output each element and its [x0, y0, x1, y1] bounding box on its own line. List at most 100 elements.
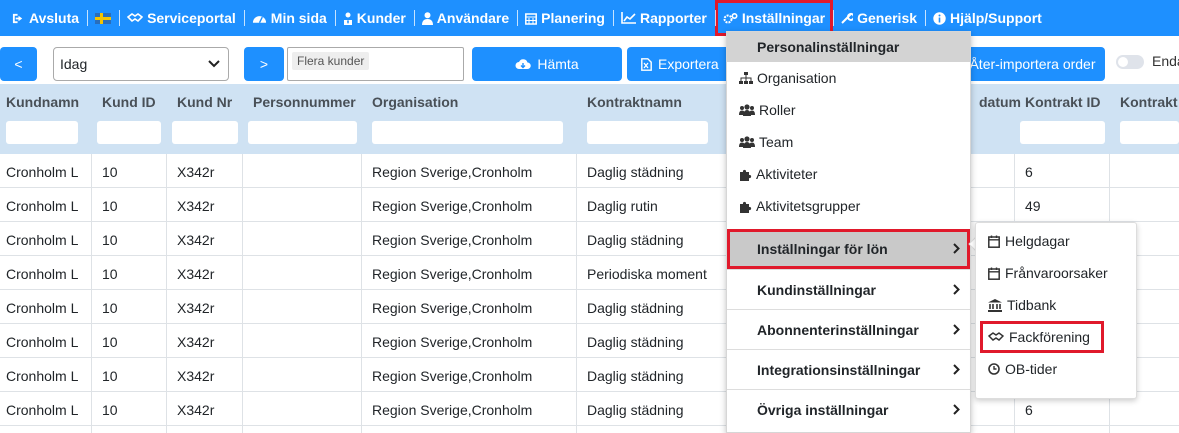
filter-input[interactable] — [248, 121, 357, 144]
nav-rapporter[interactable]: Rapporter — [612, 0, 715, 36]
nav-planering[interactable]: Planering — [517, 0, 613, 36]
chevron-right-icon — [953, 324, 960, 335]
cell-kund-nr: X342r — [177, 232, 215, 248]
filter-input[interactable] — [372, 121, 563, 144]
customers-multiselect[interactable]: Flera kunder — [287, 47, 464, 81]
fetch-button[interactable]: Hämta — [472, 47, 622, 81]
cell-organisation: Region Sverige,Cronholm — [372, 300, 533, 316]
filter-input[interactable] — [587, 121, 708, 144]
cell-kund-id: 10 — [102, 368, 118, 384]
column-header[interactable]: datum — [979, 94, 1021, 110]
fetch-label: Hämta — [537, 56, 579, 72]
menu-item-aktivitetsgrupper[interactable]: Aktivitetsgrupper — [727, 190, 970, 222]
submenu-item-franvaroorsaker[interactable]: Frånvaroorsaker — [976, 257, 1136, 289]
menu-group-lon[interactable]: Inställningar för lön — [727, 229, 970, 269]
filter-input[interactable] — [6, 121, 78, 144]
users-icon — [739, 104, 755, 116]
line-chart-icon — [621, 12, 636, 24]
table-row[interactable]: Cronholm L 10 X342r Region Sverige,Cronh… — [0, 188, 1179, 222]
menu-group-kund[interactable]: Kundinställningar — [727, 269, 970, 309]
nav-language[interactable] — [87, 0, 119, 36]
reimport-label: Åter-importera order — [969, 56, 1096, 72]
chevron-right-icon — [953, 364, 960, 375]
column-header[interactable]: Personnummer — [253, 94, 356, 110]
cell-kontraktnamn: Daglig städning — [587, 232, 684, 248]
cell-kontraktnamn: Daglig städning — [587, 368, 684, 384]
nav-label: Inställningar — [741, 10, 826, 26]
cell-kontraktnamn: Daglig städning — [587, 334, 684, 350]
nav-avsluta[interactable]: Avsluta — [4, 0, 87, 36]
menu-item-team[interactable]: Team — [727, 126, 970, 158]
toolbar: < Idag > Flera kunder Hämta Exportera Åt… — [0, 36, 1179, 84]
nav-label: Avsluta — [29, 10, 80, 26]
filter-input[interactable] — [1120, 121, 1179, 144]
handshake-icon — [127, 13, 144, 23]
date-select[interactable]: Idag — [53, 47, 229, 81]
export-label: Exportera — [658, 56, 719, 72]
reimport-orders-button[interactable]: Åter-importera order — [960, 47, 1105, 81]
cell-organisation: Region Sverige,Cronholm — [372, 368, 533, 384]
toggle-switch[interactable] — [1116, 55, 1144, 69]
calendar-icon — [988, 267, 1000, 280]
column-header[interactable]: Organisation — [372, 94, 458, 110]
chevron-right-icon — [953, 284, 960, 295]
filter-input[interactable] — [97, 121, 161, 144]
filter-input[interactable] — [1020, 121, 1105, 144]
column-header[interactable]: Kundnamn — [6, 94, 79, 110]
nav-label: Min sida — [270, 10, 327, 26]
table-row[interactable]: Cronholm L 10 X342r Region Sverige,Cronh… — [0, 154, 1179, 188]
filter-input[interactable] — [172, 121, 238, 144]
submenu-item-label: Tidbank — [1007, 297, 1057, 313]
menu-item-label: Organisation — [757, 70, 837, 86]
menu-item-label: Team — [759, 134, 794, 150]
cell-kundnamn: Cronholm L — [6, 402, 79, 418]
cell-organisation: Region Sverige,Cronholm — [372, 232, 533, 248]
menu-item-roller[interactable]: Roller — [727, 94, 970, 126]
chevron-right-icon — [953, 243, 960, 254]
submenu-item-tidbank[interactable]: Tidbank — [976, 289, 1136, 321]
dropdown-header[interactable]: Personalinställningar — [727, 32, 970, 62]
column-header[interactable]: Kontraktnamn — [587, 94, 682, 110]
menu-item-label: Aktivitetsgrupper — [756, 198, 861, 214]
column-header[interactable]: Kund Nr — [177, 94, 232, 110]
dropdown-header-label: Personalinställningar — [757, 39, 900, 55]
prev-day-button[interactable]: < — [0, 47, 37, 81]
toggle-label: Enda — [1152, 53, 1179, 69]
nav-serviceportal[interactable]: Serviceportal — [119, 0, 244, 36]
submenu-item-fackforening[interactable]: Fackförening — [980, 321, 1104, 353]
submenu-item-ob-tider[interactable]: OB-tider — [976, 353, 1136, 385]
nav-min-sida[interactable]: Min sida — [243, 0, 335, 36]
column-header[interactable]: Kontrakt — [1120, 94, 1178, 110]
nav-label: Rapporter — [639, 10, 707, 26]
nav-anvandare[interactable]: Användare — [413, 0, 517, 36]
cell-kund-nr: X342r — [177, 334, 215, 350]
cell-kund-id: 10 — [102, 402, 118, 418]
calendar-icon — [525, 12, 538, 25]
column-header[interactable]: Kund ID — [102, 94, 156, 110]
submenu-item-helgdagar[interactable]: Helgdagar — [976, 225, 1136, 257]
column-header[interactable]: Kontrakt ID — [1025, 94, 1100, 110]
export-button[interactable]: Exportera — [627, 47, 737, 81]
nav-label: Användare — [436, 10, 510, 26]
cell-kund-nr: X342r — [177, 300, 215, 316]
nav-label: Serviceportal — [147, 10, 236, 26]
clock-icon — [988, 363, 1000, 375]
cell-kontrakt-id: 49 — [1025, 198, 1041, 214]
menu-item-aktiviteter[interactable]: Aktiviteter — [727, 158, 970, 190]
menu-group-ovriga[interactable]: Övriga inställningar — [727, 389, 970, 429]
menu-group-label: Integrationsinställningar — [757, 361, 921, 378]
cell-kund-id: 10 — [102, 164, 118, 180]
menu-group-integration[interactable]: Integrationsinställningar — [727, 349, 970, 389]
gears-icon — [723, 12, 738, 23]
nav-label: Kunder — [356, 10, 406, 26]
handshake-icon — [988, 332, 1004, 341]
users-icon — [739, 136, 755, 148]
dashboard-icon — [252, 16, 266, 24]
cell-kontrakt-id: 6 — [1025, 402, 1033, 418]
cell-kund-nr: X342r — [177, 368, 215, 384]
cell-kundnamn: Cronholm L — [6, 198, 79, 214]
menu-group-abonnenter[interactable]: Abonnenterinställningar — [727, 309, 970, 349]
next-day-button[interactable]: > — [244, 47, 284, 81]
nav-kunder[interactable]: Kunder — [334, 0, 414, 36]
menu-item-organisation[interactable]: Organisation — [727, 62, 970, 94]
